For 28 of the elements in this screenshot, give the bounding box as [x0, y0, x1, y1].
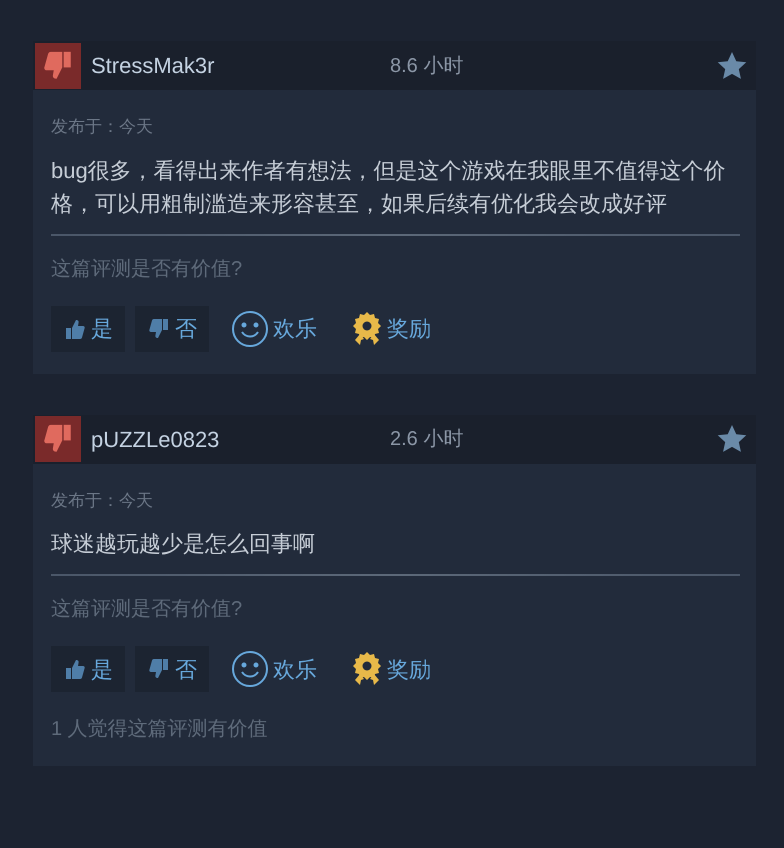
no-button[interactable]: 否: [135, 306, 209, 352]
playtime: 2.6 小时: [390, 427, 464, 452]
funny-button[interactable]: 欢乐: [219, 306, 329, 352]
funny-button[interactable]: 欢乐: [219, 646, 329, 692]
author-name[interactable]: pUZZLe0823: [91, 422, 390, 456]
yes-button[interactable]: 是: [51, 306, 125, 352]
award-button[interactable]: 奖励: [339, 306, 443, 352]
star-icon[interactable]: [716, 423, 748, 455]
playtime: 8.6 小时: [390, 54, 464, 78]
award-button[interactable]: 奖励: [339, 646, 443, 692]
helpful-count: 1 人觉得这篇评测有价值: [51, 717, 269, 742]
helpful-prompt: 这篇评测是否有价值?: [51, 256, 244, 282]
smiley-icon: [231, 310, 269, 348]
no-button[interactable]: 否: [135, 646, 209, 692]
review-text: bug很多，看得出来作者有想法，但是这个游戏在我眼里不值得这个价格，可以用粗制滥造来形容甚至，如果后续有优化我会改成好评: [51, 156, 727, 218]
posted-date: 发布于：今天: [51, 490, 154, 512]
star-icon[interactable]: [716, 50, 748, 82]
award-icon: [351, 310, 383, 346]
yes-button[interactable]: 是: [51, 646, 125, 692]
posted-date: 发布于：今天: [51, 116, 154, 138]
review-text: 球迷越玩越少是怎么回事啊: [51, 530, 316, 558]
helpful-prompt: 这篇评测是否有价值?: [51, 597, 244, 622]
author-name[interactable]: StressMak3r: [91, 49, 390, 82]
thumbs-up-icon: [63, 657, 87, 681]
award-icon: [351, 651, 383, 687]
thumbs-down-icon: [147, 316, 171, 340]
smiley-icon: [231, 650, 269, 688]
thumbs-down-icon: [147, 657, 171, 681]
